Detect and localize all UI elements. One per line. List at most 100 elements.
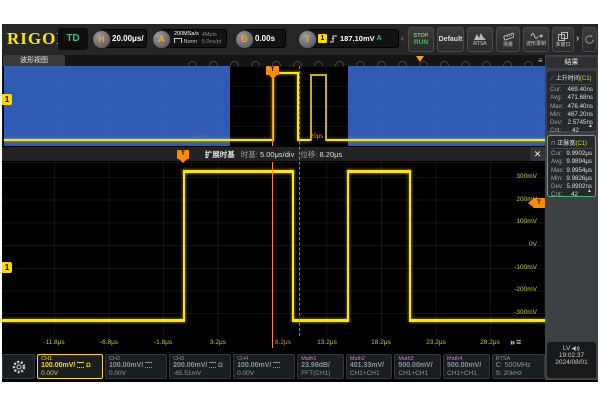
resolution: 5.0ns/pt bbox=[202, 39, 222, 46]
rtsa-label: RTSA bbox=[473, 41, 486, 47]
close-zoom-button[interactable]: ✕ bbox=[530, 147, 545, 161]
main-waveform-grid[interactable]: 300mV 200mV 100mV 0V -100mV -200mV -300m… bbox=[2, 162, 545, 336]
toolbar-divider: ‹ bbox=[401, 33, 404, 43]
ch4-status-box[interactable]: CH4 100.00mV/ 0.00V bbox=[233, 354, 295, 379]
speaker-icon bbox=[572, 345, 580, 352]
horizontal-button[interactable]: H bbox=[92, 30, 111, 49]
panel1-title: ⟋ 上升时间(C1) bbox=[550, 73, 593, 85]
ch1-scale: 100.00mV/ Ω bbox=[41, 362, 99, 370]
math1-status-box[interactable]: Math1 23.98dB/ FFT(CH1) bbox=[297, 354, 344, 379]
measure-button[interactable]: 测量 bbox=[496, 27, 520, 52]
stats-icon: ▲ bbox=[588, 123, 593, 129]
grid-menu-icon[interactable]: »≡ bbox=[510, 337, 522, 347]
ch1-offset: 0.00V bbox=[41, 370, 99, 378]
trigger-status-badge[interactable]: TD bbox=[58, 28, 88, 50]
ch2-scale: 100.00mV/ bbox=[109, 362, 163, 370]
ch3-scale: 200.00mV/ Ω bbox=[173, 362, 227, 370]
expanded-timebase-bar: 扩展时基 时基: 5.00μs/div 位移: 8.20μs bbox=[2, 146, 545, 162]
ch4-offset: 0.00V bbox=[237, 370, 291, 378]
mem-depth: 4Mpts bbox=[202, 32, 222, 39]
toolbar-more-button[interactable]: › bbox=[576, 33, 579, 44]
time-label: -11.8μs bbox=[43, 339, 64, 346]
zoom-tb-label: 时基: bbox=[241, 150, 258, 159]
overview-waveform-baseline bbox=[4, 139, 272, 141]
rising-edge-icon bbox=[329, 34, 338, 44]
time-label-zoom-center: 8.2μs bbox=[275, 339, 291, 346]
math3-status-box[interactable]: Math3 500.00mV/ CH1+CH1 bbox=[394, 354, 441, 379]
math2-expr: CH1+CH1 bbox=[350, 370, 389, 378]
default-label: Default bbox=[439, 36, 463, 43]
math4-status-box[interactable]: Math4 500.00mV/ CH1+CH1 bbox=[443, 354, 490, 379]
view-tab-strip: 波形视图 bbox=[2, 55, 545, 66]
rtsa-status-box[interactable]: RTSA C: 500MHz S: 20kHz bbox=[492, 354, 545, 379]
time-axis: -11.8μs -6.8μs -1.8μs 3.2μs 8.2μs 13.2μs… bbox=[2, 336, 545, 352]
ch1-status-box[interactable]: CH1 100.00mV/ Ω 0.00V bbox=[37, 354, 103, 379]
stop-run-button[interactable]: STOP RUN bbox=[408, 27, 434, 52]
ruler-icon bbox=[503, 32, 514, 41]
zoom-cursor-dashed-line[interactable] bbox=[299, 66, 300, 336]
overview-trigger-tag[interactable]: T bbox=[266, 66, 279, 75]
zoom-title: 扩展时基 bbox=[205, 149, 235, 160]
multi-window-icon bbox=[558, 32, 568, 41]
rtsa-button[interactable]: RTSA bbox=[467, 27, 493, 52]
sample-rate: 200MSa/s bbox=[174, 31, 199, 38]
results-sidebar: 结果 ⟋ 上升时间(C1) Cur:469.40ns Avg:471.68ns … bbox=[545, 55, 598, 380]
settings-button[interactable] bbox=[2, 354, 35, 379]
ch1-baseline bbox=[293, 319, 348, 322]
delay-button[interactable]: D bbox=[235, 30, 254, 49]
ch1-baseline bbox=[2, 319, 184, 322]
measurement-panel-pulsewidth[interactable]: ⊓ 正脉宽(C1) Cur:9.9902μs Avg:9.9894μs Max:… bbox=[547, 135, 596, 197]
zoom-offset-value: 8.20μs bbox=[320, 150, 343, 159]
ch1-ground-badge[interactable]: 1 bbox=[2, 262, 12, 273]
overview-strip[interactable]: T -20μs 20μs 1 bbox=[2, 66, 545, 146]
record-label: 波形录制 bbox=[526, 41, 546, 47]
run-label: RUN bbox=[414, 39, 428, 46]
time-label: 28.2μs bbox=[480, 339, 500, 346]
ch3-offset: -65.51mV bbox=[173, 370, 227, 378]
volt-label: -100mV bbox=[497, 264, 537, 271]
results-header[interactable]: 结果 bbox=[546, 57, 597, 68]
pulse-icon bbox=[174, 38, 182, 43]
time-label: -1.8μs bbox=[154, 339, 172, 346]
volt-label: 0V bbox=[497, 241, 537, 248]
wave-record-icon bbox=[530, 32, 543, 40]
gear-icon bbox=[11, 359, 27, 375]
ch3-status-box[interactable]: CH3 200.00mV/ Ω -65.51mV bbox=[169, 354, 231, 379]
acquire-button[interactable]: A bbox=[152, 30, 171, 49]
rtsa-span: S: 20kHz bbox=[496, 370, 541, 378]
volt-label: -200mV bbox=[497, 286, 537, 293]
ch2-status-box[interactable]: CH2 100.00mV/ 0.00V bbox=[105, 354, 167, 379]
refresh-button[interactable] bbox=[582, 27, 597, 52]
waveform-record-button[interactable]: 波形录制 bbox=[523, 27, 549, 52]
volt-label: 100mV bbox=[497, 218, 537, 225]
math3-expr: CH1+CH1 bbox=[398, 370, 437, 378]
tab-waveform-view[interactable]: 波形视图 bbox=[3, 55, 65, 66]
main-trigger-position-tag[interactable]: T bbox=[177, 150, 189, 159]
net-status: LV bbox=[547, 345, 596, 352]
rtsa-center: C: 500MHz bbox=[496, 362, 541, 370]
overview-right-time-label: 20μs bbox=[310, 134, 323, 140]
dc-coupling-icon bbox=[273, 362, 280, 368]
math4-scale: 500.00mV/ bbox=[447, 362, 486, 370]
default-button[interactable]: Default bbox=[437, 27, 464, 52]
zoom-shade-right bbox=[348, 66, 545, 146]
zoom-center-line[interactable] bbox=[272, 162, 273, 348]
trigger-sweep: A bbox=[377, 35, 382, 42]
math4-expr: CH1+CH1 bbox=[447, 370, 486, 378]
math2-status-box[interactable]: Math2 401.33mV/ CH1+CH1 bbox=[346, 354, 393, 379]
multi-window-button[interactable]: 多窗口 bbox=[552, 27, 574, 52]
math2-scale: 401.33mV/ bbox=[350, 362, 389, 370]
measurement-panel-risetime[interactable]: ⟋ 上升时间(C1) Cur:469.40ns Avg:471.68ns Max… bbox=[547, 71, 596, 131]
trigger-info[interactable]: 1 187.10mV A bbox=[307, 29, 399, 48]
volt-label: -300mV bbox=[497, 309, 537, 316]
system-status-box[interactable]: LV 19:02:37 2024/08/01 bbox=[547, 342, 596, 378]
math1-scale: 23.98dB/ bbox=[301, 362, 340, 370]
acq-mode: Norm bbox=[174, 38, 199, 46]
trigger-button[interactable]: T bbox=[298, 30, 317, 49]
trigger-level-tag[interactable]: T bbox=[533, 198, 545, 208]
sidebar-collapse-icon[interactable]: ≡ bbox=[538, 56, 543, 65]
marker-triangle[interactable] bbox=[416, 56, 424, 66]
dc-coupling-icon bbox=[145, 362, 152, 368]
overview-ch1-badge[interactable]: 1 bbox=[2, 94, 12, 105]
measure-label: 测量 bbox=[503, 42, 513, 48]
